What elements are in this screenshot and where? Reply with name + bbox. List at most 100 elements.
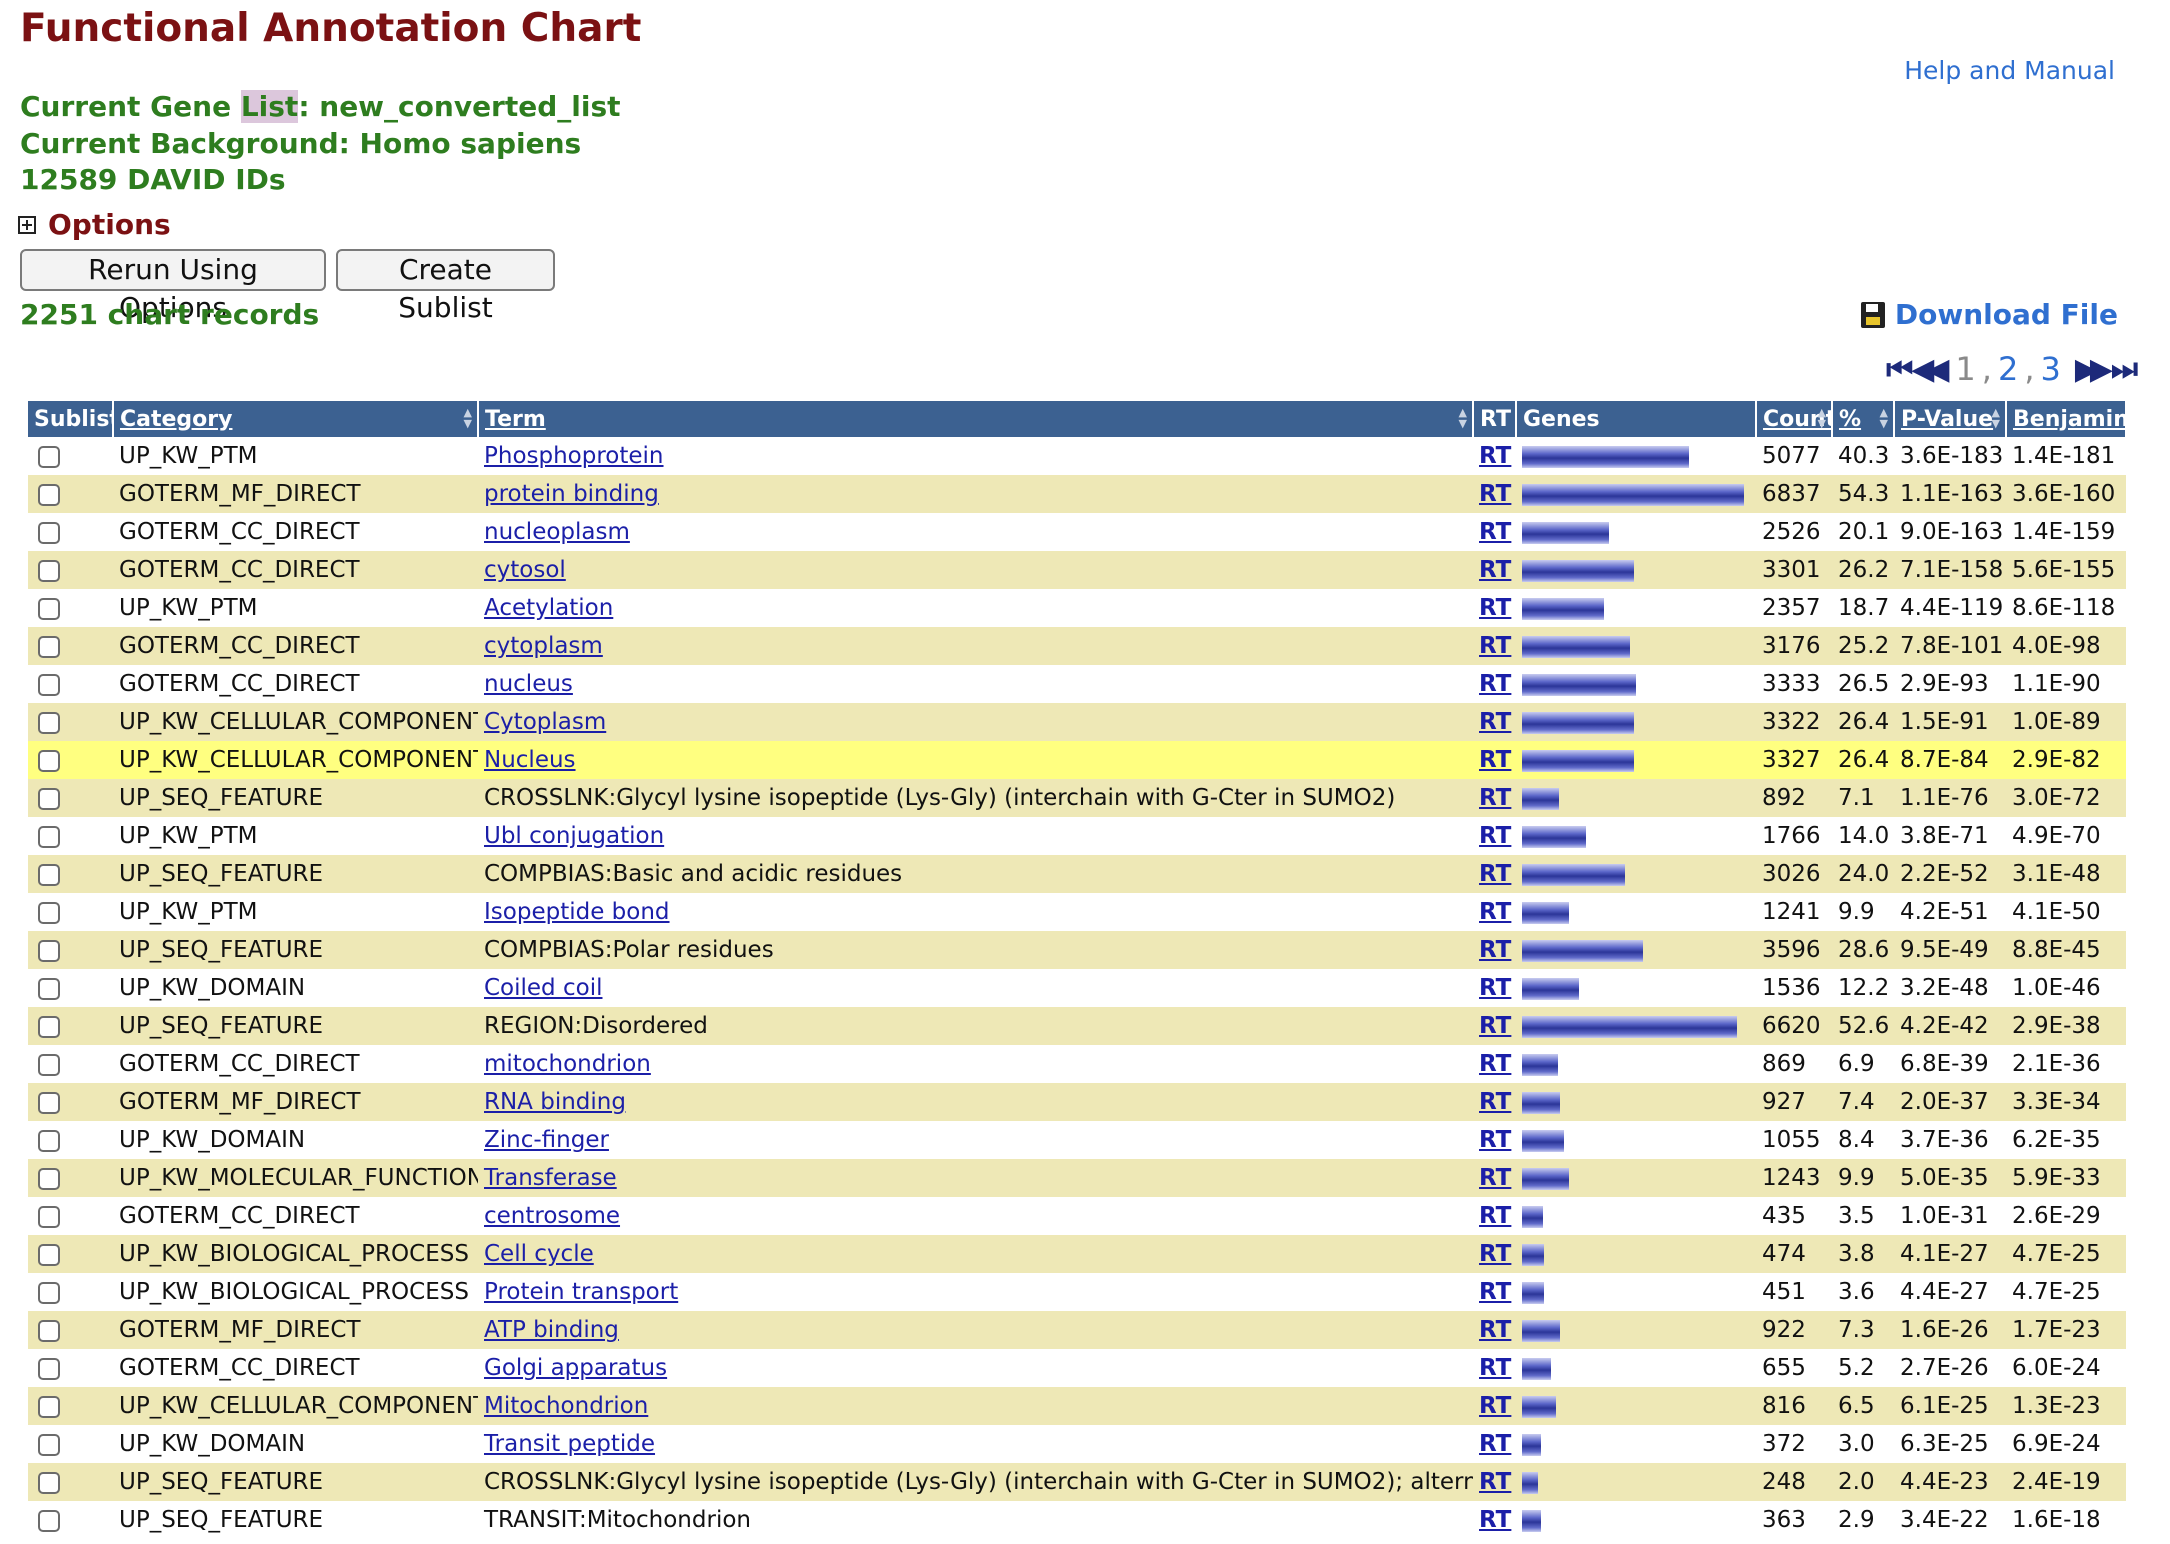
term-link[interactable]: Transit peptide [484,1431,655,1457]
prev-page-icon[interactable]: ◀◀ [1911,352,1949,387]
term-link[interactable]: protein binding [484,481,659,507]
genes-cell[interactable] [1516,817,1756,855]
rt-link[interactable]: RT [1479,861,1511,887]
gene-count-bar[interactable] [1522,635,1630,658]
term-link[interactable]: nucleoplasm [484,519,630,545]
genes-cell[interactable] [1516,665,1756,703]
first-page-icon[interactable]: ⏮ [1886,352,1913,387]
gene-count-bar[interactable] [1522,1509,1541,1532]
genes-cell[interactable] [1516,1387,1756,1425]
help-manual-link[interactable]: Help and Manual [1904,56,2115,85]
rt-link[interactable]: RT [1479,709,1511,735]
genes-cell[interactable] [1516,589,1756,627]
sublist-checkbox[interactable] [38,445,60,468]
genes-cell[interactable] [1516,1045,1756,1083]
gene-count-bar[interactable] [1522,901,1569,924]
sublist-checkbox[interactable] [38,1281,60,1304]
genes-cell[interactable] [1516,1463,1756,1501]
sublist-checkbox[interactable] [38,1509,60,1532]
gene-count-bar[interactable] [1522,1433,1541,1456]
next-page-icon[interactable]: ▶▶ [2075,352,2113,387]
genes-cell[interactable] [1516,475,1756,513]
term-link[interactable]: Acetylation [484,595,613,621]
rt-link[interactable]: RT [1479,1089,1511,1115]
expand-plus-icon[interactable] [18,215,36,234]
rt-link[interactable]: RT [1479,481,1511,507]
genes-cell[interactable] [1516,741,1756,779]
genes-cell[interactable] [1516,1311,1756,1349]
sublist-checkbox[interactable] [38,673,60,696]
rt-link[interactable]: RT [1479,1507,1511,1533]
col-benjamini[interactable]: Benjamini [2006,401,2127,437]
gene-count-bar[interactable] [1522,1167,1569,1190]
col-pvalue[interactable]: P-Value ▲ ▼ [1894,401,2007,437]
options-toggle[interactable]: Options [18,208,171,241]
genes-cell[interactable] [1516,627,1756,665]
term-link[interactable]: nucleus [484,671,573,697]
rt-link[interactable]: RT [1479,443,1511,469]
genes-cell[interactable] [1516,437,1756,475]
gene-count-bar[interactable] [1522,749,1634,772]
sublist-checkbox[interactable] [38,1091,60,1114]
sublist-checkbox[interactable] [38,1243,60,1266]
rt-link[interactable]: RT [1479,633,1511,659]
genes-cell[interactable] [1516,1007,1756,1045]
sublist-checkbox[interactable] [38,559,60,582]
gene-count-bar[interactable] [1522,1281,1544,1304]
rt-link[interactable]: RT [1479,1051,1511,1077]
rt-link[interactable]: RT [1479,1355,1511,1381]
sublist-checkbox[interactable] [38,1053,60,1076]
term-link[interactable]: Cytoplasm [484,709,606,735]
gene-count-bar[interactable] [1522,825,1586,848]
term-link[interactable]: Transferase [484,1165,617,1191]
genes-cell[interactable] [1516,1159,1756,1197]
gene-count-bar[interactable] [1522,1243,1544,1266]
sublist-checkbox[interactable] [38,749,60,772]
sublist-checkbox[interactable] [38,977,60,1000]
genes-cell[interactable] [1516,1425,1756,1463]
sublist-checkbox[interactable] [38,635,60,658]
gene-count-bar[interactable] [1522,1471,1538,1494]
sublist-checkbox[interactable] [38,1319,60,1342]
sublist-checkbox[interactable] [38,1395,60,1418]
rt-link[interactable]: RT [1479,1203,1511,1229]
term-link[interactable]: Protein transport [484,1279,678,1305]
gene-count-bar[interactable] [1522,597,1604,620]
rt-link[interactable]: RT [1479,519,1511,545]
sort-arrows-icon[interactable]: ▲ ▼ [1459,407,1467,429]
sublist-checkbox[interactable] [38,1433,60,1456]
download-file-link[interactable]: Download File [1860,298,2118,331]
gene-count-bar[interactable] [1522,1205,1543,1228]
gene-count-bar[interactable] [1522,1395,1556,1418]
page-link-3[interactable]: 3 [2040,350,2060,388]
page-link-2[interactable]: 2 [1998,350,2018,388]
rt-link[interactable]: RT [1479,1431,1511,1457]
genes-cell[interactable] [1516,893,1756,931]
genes-cell[interactable] [1516,1197,1756,1235]
download-file-label[interactable]: Download File [1895,298,2118,331]
rt-link[interactable]: RT [1479,595,1511,621]
rt-link[interactable]: RT [1479,1165,1511,1191]
rt-link[interactable]: RT [1479,557,1511,583]
gene-count-bar[interactable] [1522,483,1744,506]
term-link[interactable]: Mitochondrion [484,1393,648,1419]
sublist-checkbox[interactable] [38,1471,60,1494]
term-link[interactable]: Coiled coil [484,975,602,1001]
sublist-checkbox[interactable] [38,483,60,506]
rt-link[interactable]: RT [1479,747,1511,773]
gene-count-bar[interactable] [1522,711,1634,734]
gene-count-bar[interactable] [1522,673,1636,696]
gene-count-bar[interactable] [1522,445,1689,468]
gene-count-bar[interactable] [1522,939,1643,962]
rt-link[interactable]: RT [1479,1127,1511,1153]
genes-cell[interactable] [1516,969,1756,1007]
genes-cell[interactable] [1516,551,1756,589]
term-link[interactable]: Phosphoprotein [484,443,664,469]
rt-link[interactable]: RT [1479,1393,1511,1419]
gene-count-bar[interactable] [1522,521,1609,544]
col-term[interactable]: Term ▲ ▼ [478,401,1474,437]
term-link[interactable]: Zinc-finger [484,1127,609,1153]
sublist-checkbox[interactable] [38,1357,60,1380]
col-percent[interactable]: % ▲ ▼ [1832,401,1895,437]
term-link[interactable]: Cell cycle [484,1241,594,1267]
